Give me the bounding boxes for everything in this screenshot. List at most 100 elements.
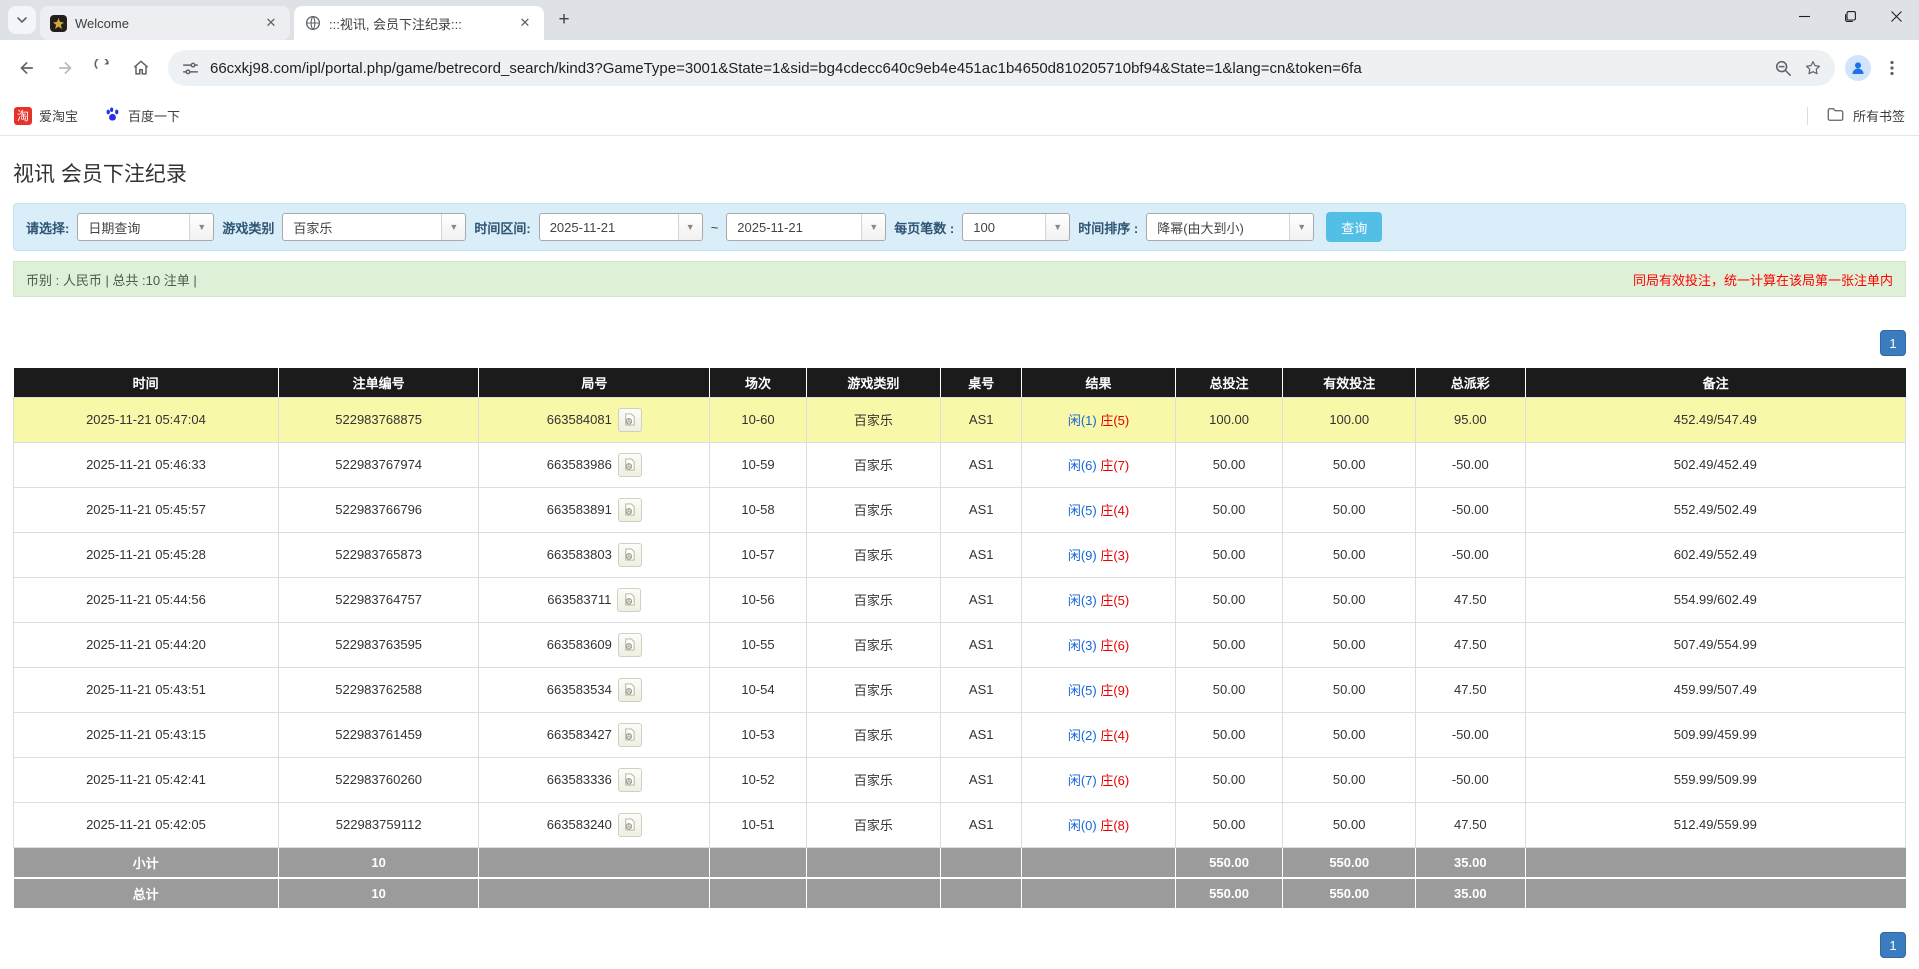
page-title: 视讯 会员下注纪录 xyxy=(13,158,1906,188)
bookmark-taobao[interactable]: 淘 爱淘宝 xyxy=(14,106,78,125)
tab-welcome[interactable]: Welcome ✕ xyxy=(40,6,290,40)
video-replay-button[interactable] xyxy=(618,723,642,747)
round-id-cell: 663583891 xyxy=(479,487,710,532)
total-bet-link[interactable]: 50.00 xyxy=(1175,712,1283,757)
table-row: 2025-11-21 05:44:20 522983763595 6635836… xyxy=(14,622,1906,667)
profile-avatar[interactable] xyxy=(1845,55,1871,81)
round-id-cell: 663583427 xyxy=(479,712,710,757)
total-valid-bet: 550.00 xyxy=(1283,878,1415,909)
total-bet-link[interactable]: 50.00 xyxy=(1175,802,1283,847)
zoom-out-icon[interactable] xyxy=(1773,58,1793,78)
tab-search-button[interactable] xyxy=(8,6,36,34)
home-button[interactable] xyxy=(124,51,158,85)
sort-select[interactable]: 降幂(由大到小) ▼ xyxy=(1146,213,1314,241)
date-to-select[interactable]: 2025-11-21 ▼ xyxy=(726,213,886,241)
valid-bet: 50.00 xyxy=(1283,442,1415,487)
address-bar[interactable]: 66cxkj98.com/ipl/portal.php/game/betreco… xyxy=(168,50,1835,86)
chevron-down-icon: ▼ xyxy=(441,214,465,240)
round-id-cell: 663583803 xyxy=(479,532,710,577)
result-cell: 闲(6) 庄(7) xyxy=(1022,442,1175,487)
site-settings-icon[interactable] xyxy=(180,58,200,78)
page-1-button[interactable]: 1 xyxy=(1880,932,1906,958)
video-replay-button[interactable] xyxy=(618,813,642,837)
game-type: 百家乐 xyxy=(806,712,940,757)
window-controls xyxy=(1781,0,1919,32)
total-bet-link[interactable]: 50.00 xyxy=(1175,487,1283,532)
maximize-button[interactable] xyxy=(1827,0,1873,32)
reload-button[interactable] xyxy=(86,51,120,85)
tab-strip: Welcome ✕ :::视讯, 会员下注纪录::: ✕ + xyxy=(0,0,1919,40)
total-bet-link[interactable]: 50.00 xyxy=(1175,622,1283,667)
video-replay-button[interactable] xyxy=(618,768,642,792)
video-replay-button[interactable] xyxy=(617,588,641,612)
banker-result: 庄(7) xyxy=(1100,458,1129,473)
total-bet-link[interactable]: 50.00 xyxy=(1175,667,1283,712)
table-row: 2025-11-21 05:43:51 522983762588 6635835… xyxy=(14,667,1906,712)
forward-button[interactable] xyxy=(48,51,82,85)
banker-result: 庄(4) xyxy=(1100,728,1129,743)
banker-result: 庄(5) xyxy=(1100,593,1129,608)
page-1-button[interactable]: 1 xyxy=(1880,330,1906,356)
game-type: 百家乐 xyxy=(806,577,940,622)
round-id-cell: 663583711 xyxy=(479,577,710,622)
video-replay-button[interactable] xyxy=(618,498,642,522)
video-replay-button[interactable] xyxy=(618,408,642,432)
player-result: 闲(0) xyxy=(1068,818,1097,833)
total-bet-link[interactable]: 50.00 xyxy=(1175,757,1283,802)
game-type-label: 游戏类别 xyxy=(222,218,274,237)
table-number: AS1 xyxy=(941,802,1022,847)
tab-close-icon[interactable]: ✕ xyxy=(516,14,534,32)
query-type-select[interactable]: 日期查询 ▼ xyxy=(77,213,214,241)
video-replay-button[interactable] xyxy=(618,633,642,657)
video-replay-button[interactable] xyxy=(618,678,642,702)
back-button[interactable] xyxy=(10,51,44,85)
url-text[interactable]: 66cxkj98.com/ipl/portal.php/game/betreco… xyxy=(210,60,1763,77)
balance-note: 502.49/452.49 xyxy=(1525,442,1905,487)
total-bet-link[interactable]: 50.00 xyxy=(1175,532,1283,577)
total-bet-link[interactable]: 50.00 xyxy=(1175,577,1283,622)
date-from-select[interactable]: 2025-11-21 ▼ xyxy=(539,213,703,241)
search-button[interactable]: 查询 xyxy=(1326,212,1382,242)
bet-record-table: 时间 注单编号 局号 场次 游戏类别 桌号 结果 总投注 有效投注 总派彩 备注… xyxy=(13,368,1906,910)
chevron-down-icon xyxy=(15,13,29,27)
tilde-separator: ~ xyxy=(711,220,719,235)
player-result: 闲(5) xyxy=(1068,683,1097,698)
per-page-select[interactable]: 100 ▼ xyxy=(962,213,1070,241)
bet-id: 522983760260 xyxy=(278,757,479,802)
tab-close-icon[interactable]: ✕ xyxy=(262,14,280,32)
session-number: 10-51 xyxy=(710,802,806,847)
result-cell: 闲(9) 庄(3) xyxy=(1022,532,1175,577)
bet-id: 522983764757 xyxy=(278,577,479,622)
close-window-button[interactable] xyxy=(1873,0,1919,32)
minimize-button[interactable] xyxy=(1781,0,1827,32)
game-type: 百家乐 xyxy=(806,622,940,667)
date-range-label: 时间区间: xyxy=(474,218,530,237)
subtotal-label: 小计 xyxy=(14,847,279,878)
banker-result: 庄(6) xyxy=(1100,638,1129,653)
tab-betrecord[interactable]: :::视讯, 会员下注纪录::: ✕ xyxy=(294,6,544,40)
session-number: 10-55 xyxy=(710,622,806,667)
all-bookmarks[interactable]: 所有书签 xyxy=(1807,106,1905,125)
new-tab-button[interactable]: + xyxy=(550,6,578,34)
bookmark-star-icon[interactable] xyxy=(1803,58,1823,78)
game-type-select[interactable]: 百家乐 ▼ xyxy=(282,213,466,241)
total-bet-link[interactable]: 100.00 xyxy=(1175,397,1283,442)
total-bet-link[interactable]: 50.00 xyxy=(1175,442,1283,487)
table-row: 2025-11-21 05:44:56 522983764757 6635837… xyxy=(14,577,1906,622)
banker-result: 庄(3) xyxy=(1100,548,1129,563)
player-result: 闲(1) xyxy=(1068,413,1097,428)
bookmark-baidu[interactable]: 百度一下 xyxy=(104,106,180,126)
game-type: 百家乐 xyxy=(806,757,940,802)
video-replay-button[interactable] xyxy=(618,453,642,477)
payout: -50.00 xyxy=(1415,442,1525,487)
round-id: 663583891 xyxy=(547,502,612,517)
menu-icon[interactable] xyxy=(1875,51,1909,85)
valid-bet: 50.00 xyxy=(1283,757,1415,802)
round-id: 663583427 xyxy=(547,727,612,742)
divider xyxy=(1807,107,1808,125)
select-type-label: 请选择: xyxy=(26,218,69,237)
valid-bet: 50.00 xyxy=(1283,712,1415,757)
bet-id: 522983759112 xyxy=(278,802,479,847)
video-replay-button[interactable] xyxy=(618,543,642,567)
payout: -50.00 xyxy=(1415,712,1525,757)
